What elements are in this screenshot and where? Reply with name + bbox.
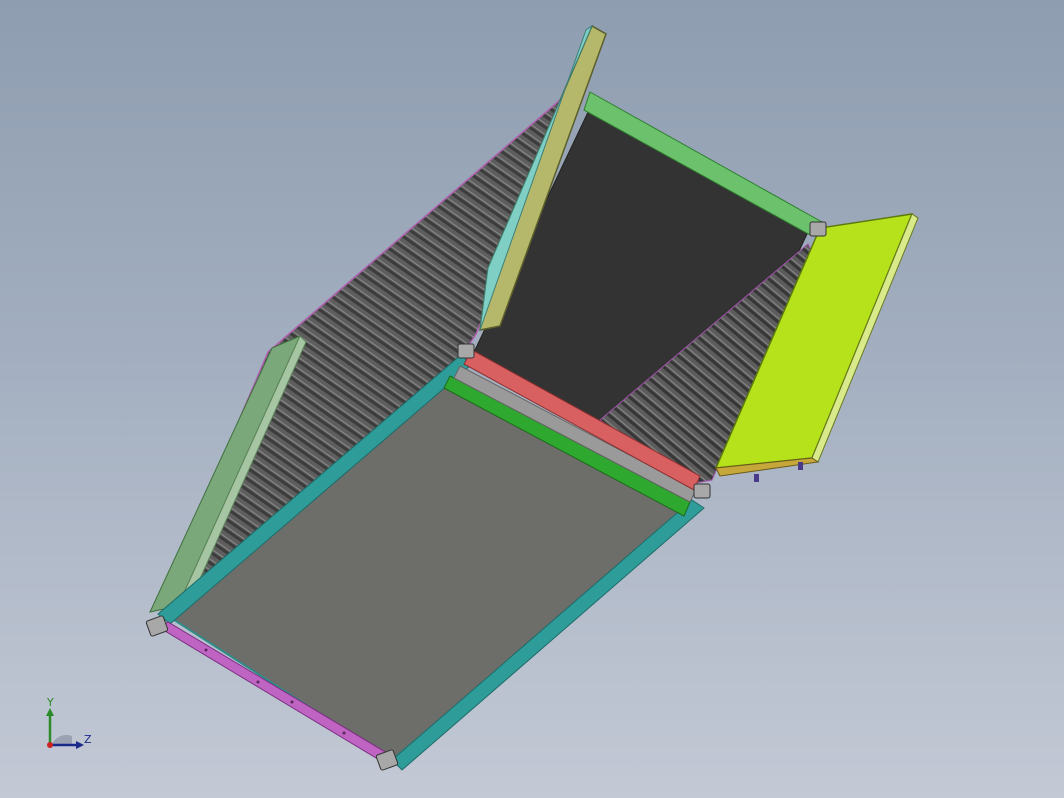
graphics-viewport[interactable]: Y Z (0, 0, 1064, 798)
y-axis-label: Y (47, 696, 54, 709)
coordinate-triad: Y Z (38, 696, 98, 760)
container-3d-model[interactable] (0, 0, 1064, 798)
z-axis-label: Z (84, 733, 92, 746)
